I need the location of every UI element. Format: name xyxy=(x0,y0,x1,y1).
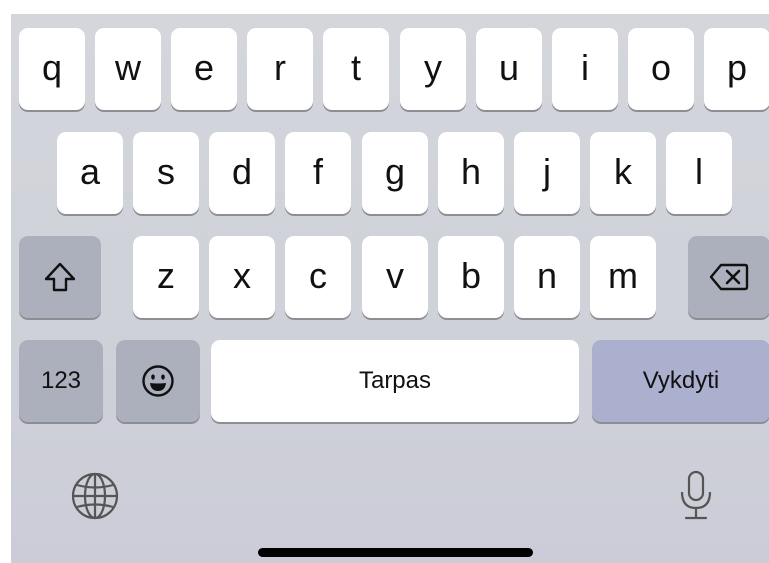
key-label: a xyxy=(79,151,101,192)
key-label: b xyxy=(460,255,482,296)
shift-key[interactable] xyxy=(19,236,101,318)
key-label: g xyxy=(384,151,406,192)
key-label: k xyxy=(614,151,632,192)
key-w[interactable]: w xyxy=(95,28,161,110)
key-t[interactable]: t xyxy=(323,28,389,110)
key-f[interactable]: f xyxy=(285,132,351,214)
key-label: x xyxy=(233,255,251,296)
key-label: w xyxy=(115,47,141,88)
return-label: Vykdyti xyxy=(642,367,720,394)
space-label: Tarpas xyxy=(358,367,432,394)
space-key[interactable]: Tarpas xyxy=(211,340,579,422)
emoji-key[interactable] xyxy=(116,340,200,422)
key-q[interactable]: q xyxy=(19,28,85,110)
key-e[interactable]: e xyxy=(171,28,237,110)
key-label: z xyxy=(157,255,175,296)
key-label: s xyxy=(157,151,175,192)
key-label: y xyxy=(424,47,442,88)
key-label: h xyxy=(460,151,482,192)
globe-button[interactable] xyxy=(67,472,123,524)
key-o[interactable]: o xyxy=(628,28,694,110)
backspace-icon xyxy=(709,263,749,291)
key-c[interactable]: c xyxy=(285,236,351,318)
key-i[interactable]: i xyxy=(552,28,618,110)
numbers-key[interactable]: 123 xyxy=(19,340,103,422)
key-z[interactable]: z xyxy=(133,236,199,318)
return-key[interactable]: Vykdyti xyxy=(592,340,769,422)
key-label: v xyxy=(386,255,404,296)
keyboard: q w e r t y u i o p a s d f g h j k l z … xyxy=(11,14,769,563)
key-label: e xyxy=(193,47,215,88)
key-label: t xyxy=(350,47,361,88)
key-label: f xyxy=(312,151,323,192)
key-m[interactable]: m xyxy=(590,236,656,318)
key-v[interactable]: v xyxy=(362,236,428,318)
key-label: c xyxy=(309,255,327,296)
key-label: n xyxy=(536,255,558,296)
key-h[interactable]: h xyxy=(438,132,504,214)
key-label: j xyxy=(543,151,551,192)
key-label: q xyxy=(41,47,63,88)
key-d[interactable]: d xyxy=(209,132,275,214)
shift-arrow-icon xyxy=(44,262,76,292)
key-s[interactable]: s xyxy=(133,132,199,214)
numbers-label: 123 xyxy=(40,367,82,394)
key-label: m xyxy=(608,255,638,296)
key-b[interactable]: b xyxy=(438,236,504,318)
dictation-button[interactable] xyxy=(669,468,723,528)
delete-key[interactable] xyxy=(688,236,769,318)
key-label: i xyxy=(581,47,589,88)
globe-icon xyxy=(70,471,120,526)
key-label: d xyxy=(231,151,253,192)
key-g[interactable]: g xyxy=(362,132,428,214)
key-label: u xyxy=(498,47,520,88)
key-n[interactable]: n xyxy=(514,236,580,318)
key-label: l xyxy=(695,151,703,192)
key-label: r xyxy=(274,47,286,88)
smiley-face-icon xyxy=(141,364,175,398)
key-l[interactable]: l xyxy=(666,132,732,214)
key-a[interactable]: a xyxy=(57,132,123,214)
key-y[interactable]: y xyxy=(400,28,466,110)
key-label: p xyxy=(726,47,748,88)
home-indicator[interactable] xyxy=(258,548,533,557)
key-k[interactable]: k xyxy=(590,132,656,214)
key-u[interactable]: u xyxy=(476,28,542,110)
key-j[interactable]: j xyxy=(514,132,580,214)
microphone-icon xyxy=(678,470,714,527)
key-x[interactable]: x xyxy=(209,236,275,318)
key-label: o xyxy=(650,47,672,88)
key-r[interactable]: r xyxy=(247,28,313,110)
key-p[interactable]: p xyxy=(704,28,769,110)
